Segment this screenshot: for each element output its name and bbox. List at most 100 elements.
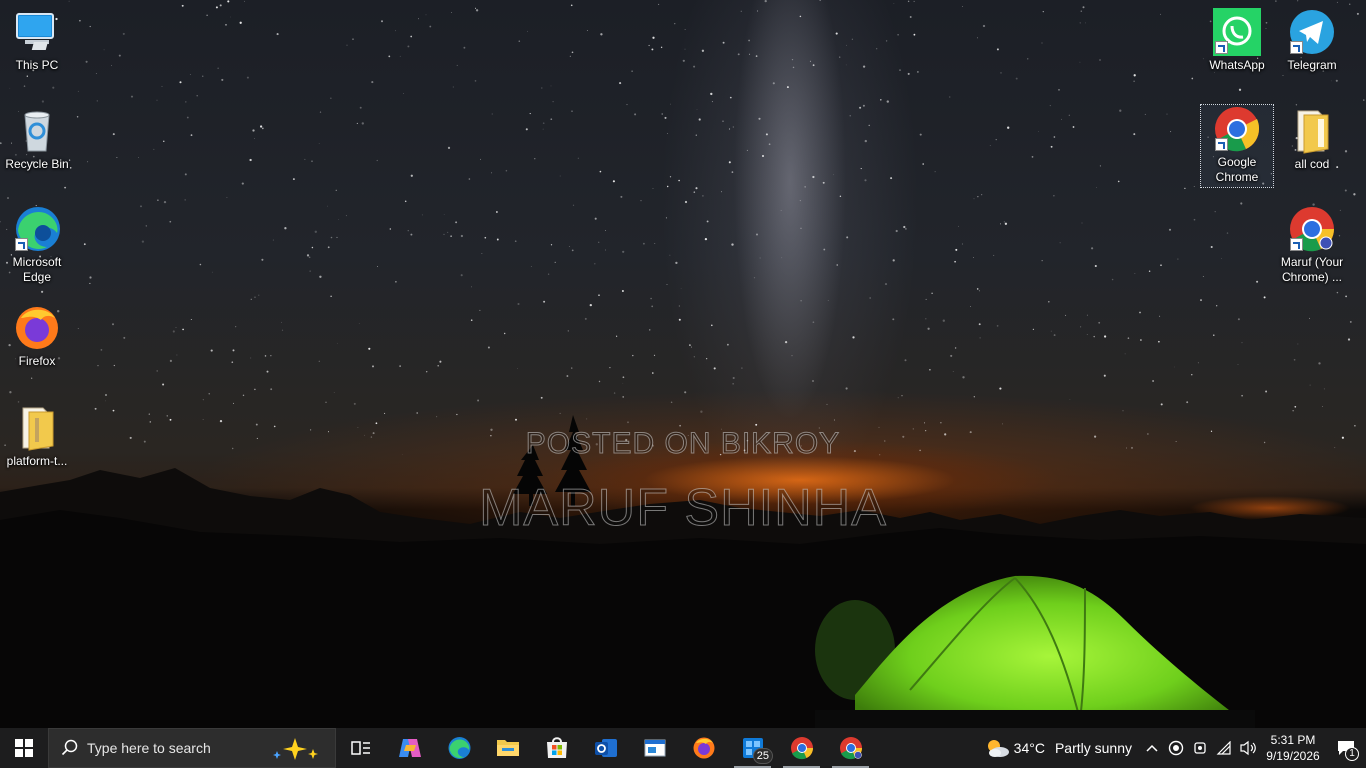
star [1166, 113, 1168, 115]
camera-icon [1194, 742, 1206, 754]
star [1241, 394, 1243, 397]
star [123, 336, 126, 339]
star [812, 175, 815, 179]
star [989, 145, 991, 146]
taskbar-firefox[interactable] [679, 728, 728, 768]
star [376, 159, 378, 162]
star [907, 0, 910, 3]
star [85, 60, 88, 63]
notification-center-button[interactable]: 1 [1326, 728, 1366, 768]
star [678, 305, 680, 307]
chevron-up-icon [1146, 744, 1158, 752]
star [702, 195, 704, 197]
taskbar-microsoft-store[interactable] [532, 728, 581, 768]
taskbar-chrome-profile[interactable] [826, 728, 875, 768]
taskbar-app-window[interactable] [630, 728, 679, 768]
star [266, 370, 269, 373]
star [491, 113, 493, 115]
star [1098, 321, 1101, 324]
star [1263, 296, 1266, 299]
star [1226, 232, 1229, 234]
star [768, 143, 771, 146]
taskbar-chrome[interactable] [777, 728, 826, 768]
taskbar-edge[interactable] [434, 728, 483, 768]
star [186, 116, 189, 119]
search-box[interactable]: Type here to search [48, 728, 336, 768]
star [542, 128, 544, 130]
star [999, 223, 1002, 225]
start-button[interactable] [0, 728, 48, 768]
star [552, 100, 554, 103]
star [1158, 340, 1160, 343]
taskbar-file-explorer[interactable] [483, 728, 532, 768]
star [845, 387, 848, 390]
desktop-icon-label: Microsoft Edge [12, 255, 62, 284]
star [851, 38, 854, 40]
desktop-icon-platform-folder[interactable]: platform-t... [0, 404, 74, 469]
task-view-button[interactable] [336, 728, 385, 768]
star [416, 412, 419, 414]
star [1099, 59, 1101, 61]
star [1111, 278, 1114, 281]
desktop-icon-this-pc[interactable]: This PC [0, 8, 74, 73]
star [226, 197, 228, 198]
star [417, 18, 419, 20]
star [255, 423, 258, 426]
tray-record-icon-button[interactable] [1164, 728, 1188, 768]
taskbar-copilot[interactable] [385, 728, 434, 768]
clock[interactable]: 5:31 PM 9/19/2026 [1260, 728, 1326, 768]
star [496, 211, 498, 213]
taskbar-outlook[interactable] [581, 728, 630, 768]
star [202, 399, 204, 401]
taskbar-windows-app[interactable]: 25 [728, 728, 777, 768]
star [421, 214, 423, 216]
window-icon [644, 739, 665, 757]
star [318, 360, 320, 362]
star [148, 413, 150, 415]
star [314, 230, 317, 233]
star [835, 32, 838, 35]
network-button[interactable] [1212, 728, 1236, 768]
star [1038, 130, 1039, 132]
star [954, 260, 956, 263]
star [621, 290, 624, 292]
star [1058, 89, 1060, 91]
volume-button[interactable] [1236, 728, 1260, 768]
star [695, 134, 697, 136]
star [517, 368, 518, 370]
star [542, 122, 545, 125]
desktop-icon-edge[interactable]: Microsoft Edge [0, 205, 74, 285]
star [184, 173, 187, 176]
desktop-icon-google-chrome[interactable]: Google Chrome [1200, 104, 1274, 188]
star [1210, 245, 1213, 249]
star [105, 400, 106, 402]
show-hidden-icons-button[interactable] [1140, 728, 1164, 768]
desktop-icon-label: WhatsApp [1209, 58, 1265, 72]
star [594, 217, 597, 220]
whatsapp-icon [1213, 8, 1261, 56]
star [1186, 401, 1189, 404]
star [491, 172, 493, 174]
desktop-icon-chrome-profile[interactable]: Maruf (Your Chrome) ... [1275, 205, 1349, 285]
star [846, 236, 849, 239]
star [149, 421, 152, 423]
tray-meet-icon-button[interactable] [1188, 728, 1212, 768]
system-tray: 34°C Partly sunny 5:31 PM 9/19/2026 1 [976, 728, 1366, 768]
star [550, 118, 553, 121]
star [140, 205, 142, 208]
star [693, 65, 696, 68]
star [919, 133, 922, 136]
star [169, 359, 173, 363]
desktop-icon-recycle-bin[interactable]: Recycle Bin [0, 107, 74, 172]
star [859, 106, 862, 109]
star [620, 195, 623, 198]
star [651, 372, 654, 374]
desktop-icon-all-cod-folder[interactable]: all cod [1275, 107, 1349, 172]
star [118, 54, 121, 57]
star [925, 318, 927, 320]
star [1099, 165, 1101, 167]
weather-widget[interactable]: 34°C Partly sunny [976, 728, 1140, 768]
desktop-icon-firefox[interactable]: Firefox [0, 304, 74, 369]
desktop-icon-whatsapp[interactable]: WhatsApp [1200, 8, 1274, 73]
desktop-icon-telegram[interactable]: Telegram [1275, 8, 1349, 73]
